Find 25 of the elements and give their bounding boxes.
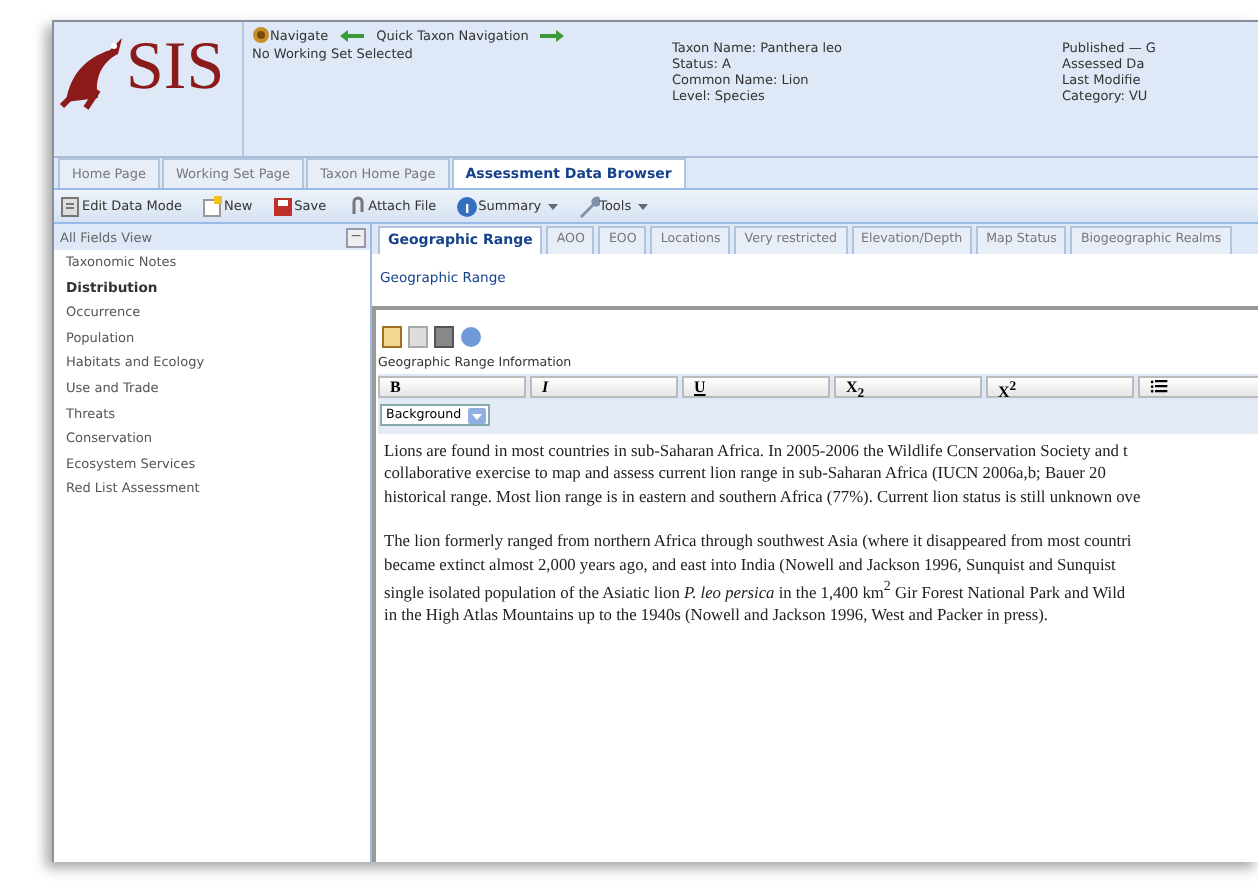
body-text-line: The lion formerly ranged from northern Africa through southwest Asia (where it disappeared from most countri [384,530,1134,554]
format-button[interactable]: X$^{2}$ [986,376,1134,398]
logo-text: SIS [126,34,225,102]
dropdown-caret-icon [467,407,486,423]
body-text-line: single isolated population of the Asiatic lion P. leo persica in the 1,400 km$^{2}$ Gir Forest National Park and Wild [384,576,1128,605]
wrench-icon [577,195,600,217]
globe-icon [252,26,270,44]
format-button[interactable]: B [378,376,526,398]
arrow-left-icon [340,29,365,41]
info-icon [456,195,479,217]
new-page-icon [201,195,224,217]
body-text-line: Lions are found in most countries in sub-Saharan Africa. In 2005-2006 the Wildlife Conservation Society and t [384,440,1130,463]
format-button[interactable]: I [530,376,678,398]
format-button[interactable]: ⁝☰ [1138,376,1258,398]
body-text-line: historical range. Most lion range is in eastern and southern Africa (77%). Current lion status is still unknown ove [384,485,1143,509]
page-icon [60,195,82,217]
caret-icon [637,203,648,209]
body-text-line: became extinct almost 2,000 years ago, and east into India (Nowell and Jackson 1996, Sunquist and Sunquist [384,553,1118,577]
caret-icon [547,203,558,209]
body-text-line: in the High Atlas Mountains up to the 1940s (Nowell and Jackson 1996, West and Packer in press). [384,604,1051,628]
format-button[interactable]: X$_{2}$ [834,376,982,398]
body-text-line: collaborative exercise to map and assess current lion range in sub-Saharan Africa (IUCN 2006a,b; Bauer 20 [384,462,1108,486]
format-button[interactable]: U [682,376,830,398]
arrow-right-icon [540,29,565,41]
document-icon [408,326,428,348]
